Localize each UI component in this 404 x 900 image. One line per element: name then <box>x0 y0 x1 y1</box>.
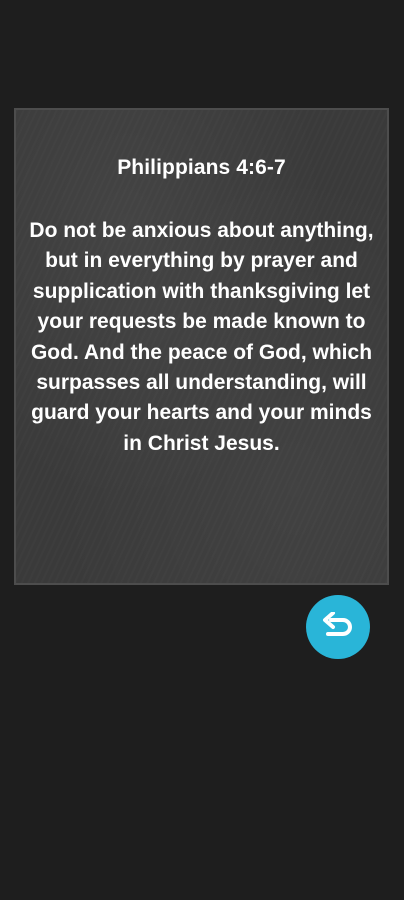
verse-reference: Philippians 4:6-7 <box>117 156 286 179</box>
verse-text: Do not be anxious about anything, but in… <box>29 219 374 455</box>
undo-arrow-icon <box>321 612 355 642</box>
verse-card: Philippians 4:6-7 Do not be anxious abou… <box>14 108 389 585</box>
back-button[interactable] <box>306 595 370 659</box>
